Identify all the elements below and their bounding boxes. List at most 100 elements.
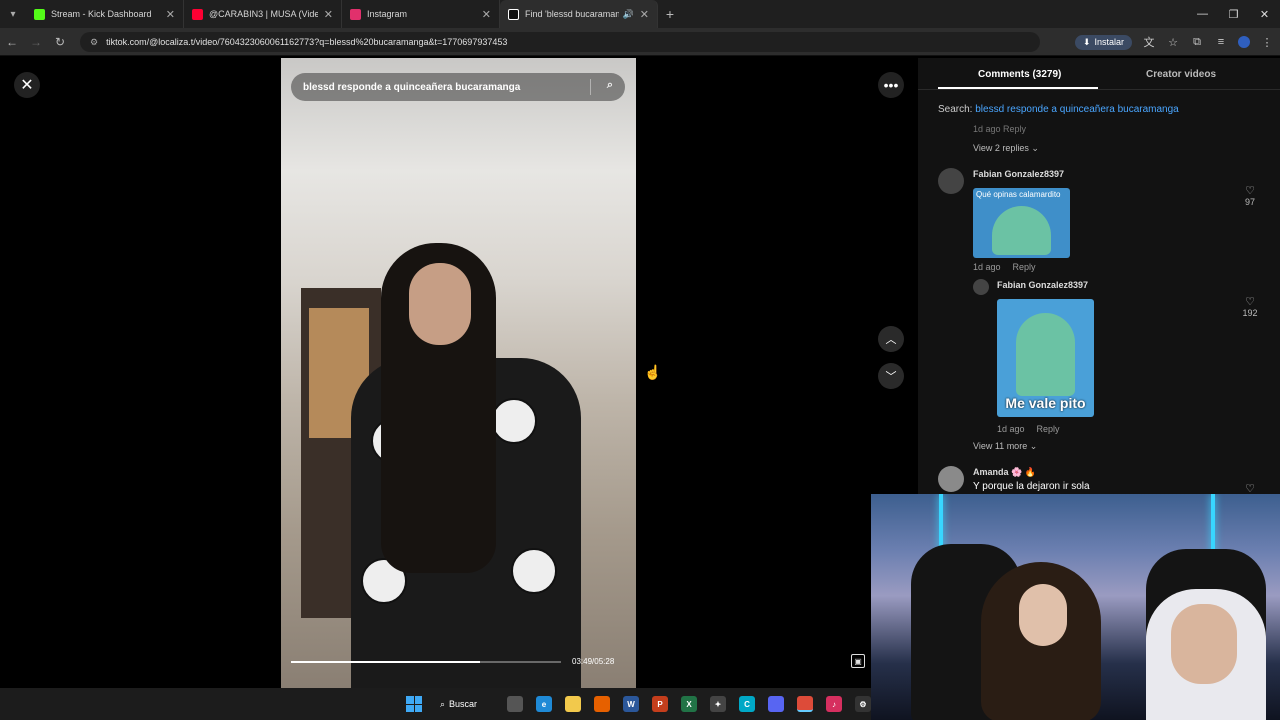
- maximize-icon[interactable]: ❐: [1218, 0, 1249, 28]
- search-icon: ⌕: [440, 698, 446, 709]
- more-options-button[interactable]: •••: [878, 72, 904, 98]
- tab-search-menu-icon[interactable]: ▾: [0, 0, 26, 28]
- like-button[interactable]: ♡ 97: [1238, 184, 1262, 207]
- like-button[interactable]: ♡ 192: [1238, 295, 1262, 318]
- close-tab-icon[interactable]: ✕: [482, 8, 491, 21]
- squidward-sticker-image: [992, 206, 1051, 255]
- heart-icon: ♡: [1245, 483, 1255, 494]
- app-icon[interactable]: ✦: [710, 696, 726, 712]
- comment-author[interactable]: Fabian Gonzalez8397: [997, 280, 1088, 290]
- address-bar[interactable]: ⚙ tiktok.com/@localiza.t/video/760432306…: [80, 32, 1040, 52]
- close-window-icon[interactable]: ✕: [1249, 0, 1280, 28]
- close-tab-icon[interactable]: ✕: [640, 8, 649, 21]
- window-controls: — ❐ ✕: [1187, 0, 1280, 28]
- avatar[interactable]: [938, 168, 964, 194]
- heart-icon: ♡: [1245, 296, 1255, 308]
- avatar[interactable]: [938, 466, 964, 492]
- install-label: Instalar: [1094, 37, 1124, 47]
- speaker-icon[interactable]: 🔊: [623, 9, 634, 20]
- video-player[interactable]: [281, 58, 636, 688]
- view-more-replies-button[interactable]: View 11 more ⌄: [973, 441, 1037, 452]
- bookmark-star-icon[interactable]: ☆: [1166, 36, 1180, 49]
- forward-icon[interactable]: →: [24, 35, 48, 49]
- webcam-overlay: [871, 494, 1280, 720]
- tiktok-app-icon[interactable]: ♪: [826, 696, 842, 712]
- second-person-face: [1171, 604, 1237, 684]
- taskbar-search[interactable]: ⌕ Buscar: [440, 696, 477, 712]
- minimize-icon[interactable]: —: [1187, 0, 1218, 28]
- file-explorer-icon[interactable]: [565, 696, 581, 712]
- new-tab-icon[interactable]: +: [658, 6, 682, 22]
- previous-video-button[interactable]: ︿: [878, 326, 904, 352]
- search-icon[interactable]: ⌕: [607, 79, 613, 92]
- browser-toolbar: ← → ↻ ⚙ tiktok.com/@localiza.t/video/760…: [0, 28, 1280, 56]
- tab-label: Stream - Kick Dashboard: [51, 9, 152, 19]
- powerpoint-icon[interactable]: P: [652, 696, 668, 712]
- browser-tab-tiktok[interactable]: Find 'blessd bucaramanga' 🔊 ✕: [500, 0, 658, 28]
- reply-button[interactable]: Reply: [1013, 262, 1036, 272]
- chrome-icon[interactable]: [797, 696, 813, 712]
- browser-menu-icon[interactable]: ⋮: [1260, 36, 1274, 49]
- person-face: [409, 263, 471, 345]
- tiktok-favicon-icon: [508, 8, 519, 20]
- reply-button[interactable]: Reply: [1037, 424, 1060, 434]
- instagram-favicon-icon: [350, 8, 361, 20]
- comment-sticker[interactable]: Qué opinas calamardito: [973, 188, 1070, 258]
- mouse-cursor-icon: ☝: [644, 364, 662, 380]
- panel-tabs: Comments (3279) Creator videos: [918, 58, 1280, 90]
- translate-icon[interactable]: 文: [1142, 34, 1156, 50]
- task-view-icon[interactable]: [507, 696, 523, 712]
- settings-icon[interactable]: ⚙: [855, 696, 871, 712]
- video-search-text: blessd responde a quinceañera bucaramang…: [303, 81, 521, 93]
- install-icon: ⬇: [1082, 36, 1091, 47]
- windows-taskbar: ⌕ Buscar e W P X ✦ C ♪ ⚙: [0, 688, 871, 720]
- video-progress-bar[interactable]: [291, 661, 561, 663]
- media-controls-icon[interactable]: ≡: [1214, 36, 1228, 48]
- tab-label: Instagram: [367, 9, 408, 19]
- like-count: 97: [1244, 197, 1255, 207]
- excel-icon[interactable]: X: [681, 696, 697, 712]
- browser-right-tools: ⬇ Instalar 文 ☆ ⧉ ≡ ⋮: [1074, 32, 1274, 52]
- profile-avatar-icon[interactable]: [1238, 36, 1250, 48]
- comment-search-line: Search: blessd responde a quinceañera bu…: [938, 104, 1179, 115]
- game-app-icon[interactable]: [768, 696, 784, 712]
- view-replies-button[interactable]: View 2 replies ⌄: [973, 143, 1039, 154]
- back-icon[interactable]: ←: [0, 35, 24, 49]
- comment-author[interactable]: Amanda 🌸 🔥: [973, 467, 1036, 478]
- close-viewer-button[interactable]: ✕: [14, 72, 40, 98]
- video-search-bar[interactable]: blessd responde a quinceañera bucaramang…: [291, 73, 625, 101]
- extensions-icon[interactable]: ⧉: [1190, 36, 1204, 49]
- canva-icon[interactable]: C: [739, 696, 755, 712]
- site-info-icon[interactable]: ⚙: [90, 37, 98, 48]
- avatar[interactable]: [973, 279, 989, 295]
- taskbar-search-label: Buscar: [449, 699, 478, 709]
- search-divider: [590, 79, 591, 95]
- edge-icon[interactable]: e: [536, 696, 552, 712]
- smiley-print: [491, 398, 537, 444]
- heart-icon: ♡: [1245, 185, 1255, 197]
- picture-in-picture-icon[interactable]: ▣: [851, 654, 865, 668]
- close-tab-icon[interactable]: ✕: [324, 8, 333, 21]
- comment-time: 1d ago: [973, 262, 1001, 272]
- like-button[interactable]: ♡: [1238, 482, 1262, 494]
- comment-author[interactable]: Fabian Gonzalez8397: [973, 169, 1064, 179]
- browser-tab-kick[interactable]: Stream - Kick Dashboard ✕: [26, 0, 184, 28]
- windows-start-icon[interactable]: [406, 696, 422, 712]
- browser-tab-youtube[interactable]: @CARABIN3 | MUSA (Video Oficial) ✕: [184, 0, 342, 28]
- browser-tab-instagram[interactable]: Instagram ✕: [342, 0, 500, 28]
- word-icon[interactable]: W: [623, 696, 639, 712]
- reload-icon[interactable]: ↻: [48, 35, 72, 49]
- install-app-button[interactable]: ⬇ Instalar: [1074, 34, 1132, 50]
- comments-panel: Comments (3279) Creator videos Search: b…: [918, 58, 1280, 494]
- tab-creator-videos[interactable]: Creator videos: [1146, 69, 1216, 80]
- tab-comments[interactable]: Comments (3279): [978, 69, 1061, 80]
- youtube-favicon-icon: [192, 8, 203, 20]
- firefox-icon[interactable]: [594, 696, 610, 712]
- squidward-sticker-image: [1016, 313, 1075, 396]
- url-text: tiktok.com/@localiza.t/video/76043230600…: [106, 37, 508, 47]
- like-count: 192: [1242, 308, 1258, 318]
- search-query-link[interactable]: blessd responde a quinceañera bucaramang…: [975, 104, 1178, 115]
- next-video-button[interactable]: ﹀: [878, 363, 904, 389]
- comment-sticker[interactable]: Me vale pito: [997, 299, 1094, 417]
- close-tab-icon[interactable]: ✕: [166, 8, 175, 21]
